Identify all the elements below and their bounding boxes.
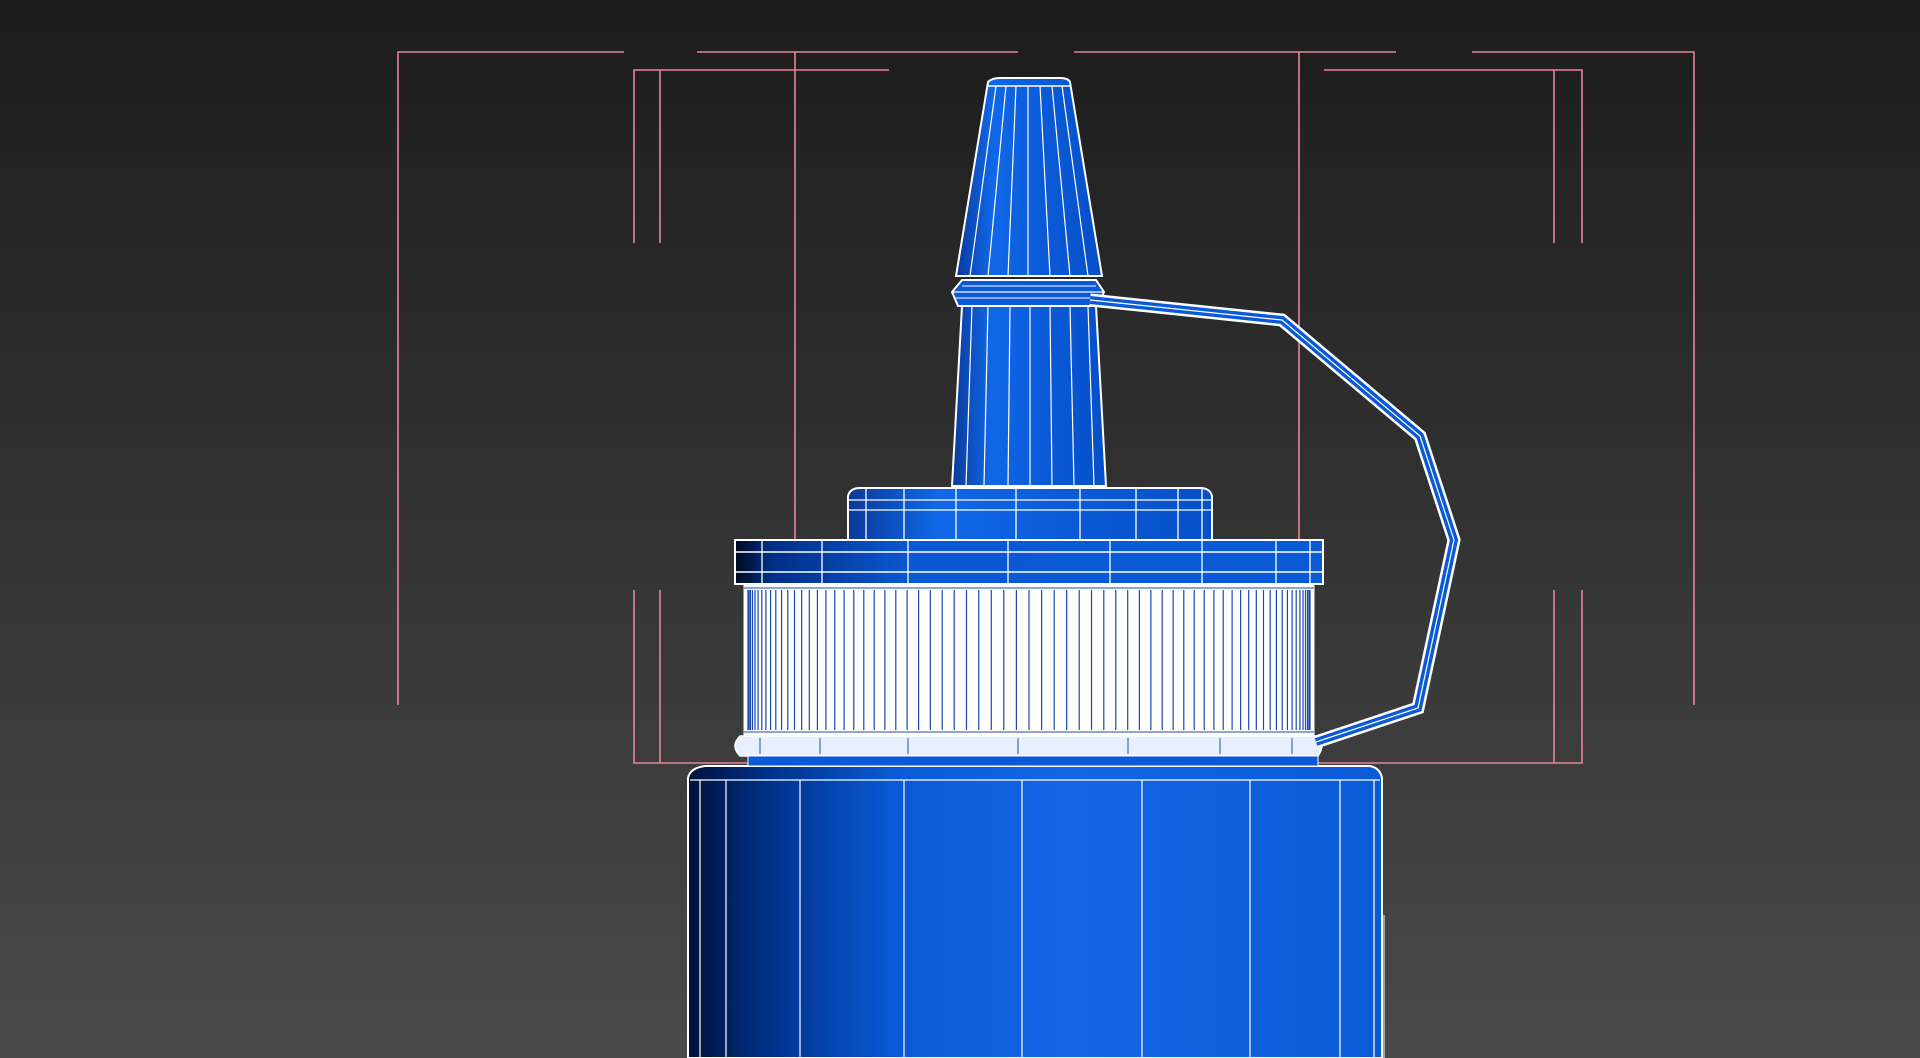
viewport-canvas[interactable] (0, 0, 1920, 1058)
nozzle-band[interactable] (950, 279, 1106, 307)
cap-shoulder[interactable] (847, 487, 1213, 541)
ribbed-collar[interactable] (743, 581, 1315, 737)
bottle-body[interactable] (687, 765, 1385, 1058)
3d-viewport[interactable] (0, 0, 1920, 1058)
cap-ring[interactable] (734, 539, 1324, 585)
cap-bottom-rim[interactable] (734, 735, 1323, 767)
nozzle-base[interactable] (950, 305, 1108, 487)
